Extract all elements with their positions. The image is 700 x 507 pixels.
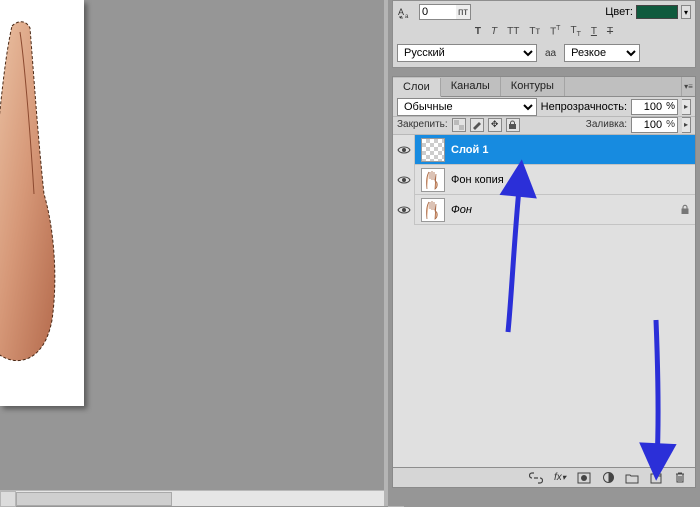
pct-label: %	[664, 119, 677, 130]
scroll-left-button[interactable]	[0, 491, 16, 507]
opacity-slider-toggle[interactable]: ▸	[682, 99, 691, 115]
layer-name-label[interactable]: Фон	[451, 204, 675, 216]
unit-label: пт	[456, 7, 470, 18]
blend-mode-select[interactable]: Обычные	[397, 98, 537, 116]
layer-list[interactable]: Слой 1 Фон копия Фон	[393, 135, 695, 467]
fill-slider-toggle[interactable]: ▸	[682, 117, 691, 133]
color-dropdown[interactable]: ▾	[681, 5, 691, 19]
allcaps-button[interactable]: TT	[507, 26, 519, 37]
layer-thumbnail[interactable]	[421, 138, 445, 162]
lock-position-button[interactable]: ✥	[488, 118, 502, 132]
layer-thumbnail[interactable]	[421, 168, 445, 192]
antialias-select[interactable]: Резкое	[564, 44, 640, 62]
faux-italic-button[interactable]: T	[491, 26, 497, 37]
tab-paths[interactable]: Контуры	[501, 77, 565, 96]
strikethrough-button[interactable]: T	[607, 26, 613, 37]
opacity-input[interactable]: %	[631, 99, 678, 115]
eye-icon	[397, 175, 411, 185]
subscript-button[interactable]: TT	[570, 25, 580, 38]
canvas-document[interactable]	[0, 0, 84, 406]
link-layers-button[interactable]	[527, 470, 545, 486]
language-select[interactable]: Русский	[397, 44, 537, 62]
faux-bold-button[interactable]: T	[475, 26, 481, 37]
baseline-shift-icon: Aa	[397, 4, 413, 20]
layer-row[interactable]: Фон копия	[393, 165, 695, 195]
group-icon	[625, 472, 639, 484]
delete-layer-button[interactable]	[671, 470, 689, 486]
fill-field[interactable]	[632, 118, 664, 132]
layers-panel-footer: fx▾	[393, 467, 695, 487]
lock-icon	[675, 204, 695, 215]
new-layer-icon	[649, 472, 663, 484]
smallcaps-button[interactable]: Tᴛ	[529, 26, 540, 37]
opacity-label: Непрозрачность:	[541, 101, 627, 113]
layers-panel: Слои Каналы Контуры ▾≡ Обычные Непрозрач…	[392, 76, 696, 488]
type-style-row: T T TT Tᴛ TT TT T T	[397, 23, 691, 39]
pct-label: %	[664, 101, 677, 112]
layer-name-label[interactable]: Слой 1	[451, 144, 695, 156]
lock-label: Закрепить:	[397, 119, 448, 130]
trash-icon	[674, 471, 686, 484]
layer-mask-button[interactable]	[575, 470, 593, 486]
antialias-label: aа	[545, 48, 556, 59]
visibility-toggle[interactable]	[393, 195, 415, 225]
svg-text:A: A	[398, 7, 404, 17]
eye-icon	[397, 145, 411, 155]
visibility-toggle[interactable]	[393, 135, 415, 165]
lock-transparency-button[interactable]	[452, 118, 466, 132]
panel-menu-button[interactable]: ▾≡	[681, 77, 695, 96]
canvas-image-hand	[0, 18, 58, 370]
adjustment-layer-button[interactable]	[599, 470, 617, 486]
superscript-button[interactable]: TT	[550, 25, 560, 37]
character-panel: Aa пт Цвет: ▾ T T TT Tᴛ TT TT T T Русс	[392, 0, 696, 68]
tab-layers[interactable]: Слои	[393, 78, 441, 97]
layer-row[interactable]: Слой 1	[393, 135, 695, 165]
scroll-thumb[interactable]	[16, 492, 172, 506]
eye-icon	[397, 205, 411, 215]
color-label: Цвет:	[605, 6, 633, 18]
panel-tabs: Слои Каналы Контуры ▾≡	[393, 77, 695, 97]
text-color-swatch[interactable]	[636, 5, 678, 19]
lock-all-button[interactable]	[506, 118, 520, 132]
fx-icon: fx▾	[554, 472, 566, 483]
baseline-shift-field[interactable]	[420, 5, 456, 19]
tab-channels[interactable]: Каналы	[441, 77, 501, 96]
baseline-shift-input[interactable]: пт	[419, 4, 471, 20]
fill-input[interactable]: %	[631, 117, 678, 133]
new-layer-button[interactable]	[647, 470, 665, 486]
svg-text:a: a	[405, 14, 409, 19]
adjust-icon	[602, 471, 615, 484]
layer-thumbnail[interactable]	[421, 198, 445, 222]
lock-pixels-button[interactable]	[470, 118, 484, 132]
canvas-area[interactable]	[0, 0, 384, 506]
underline-button[interactable]: T	[591, 26, 597, 37]
layer-name-label[interactable]: Фон копия	[451, 174, 695, 186]
layer-style-button[interactable]: fx▾	[551, 470, 569, 486]
canvas-scrollbar-horizontal[interactable]	[0, 490, 384, 506]
mask-icon	[577, 472, 591, 484]
new-group-button[interactable]	[623, 470, 641, 486]
opacity-field[interactable]	[632, 100, 664, 114]
fill-label: Заливка:	[586, 119, 627, 130]
visibility-toggle[interactable]	[393, 165, 415, 195]
link-icon	[529, 472, 543, 484]
layer-row[interactable]: Фон	[393, 195, 695, 225]
